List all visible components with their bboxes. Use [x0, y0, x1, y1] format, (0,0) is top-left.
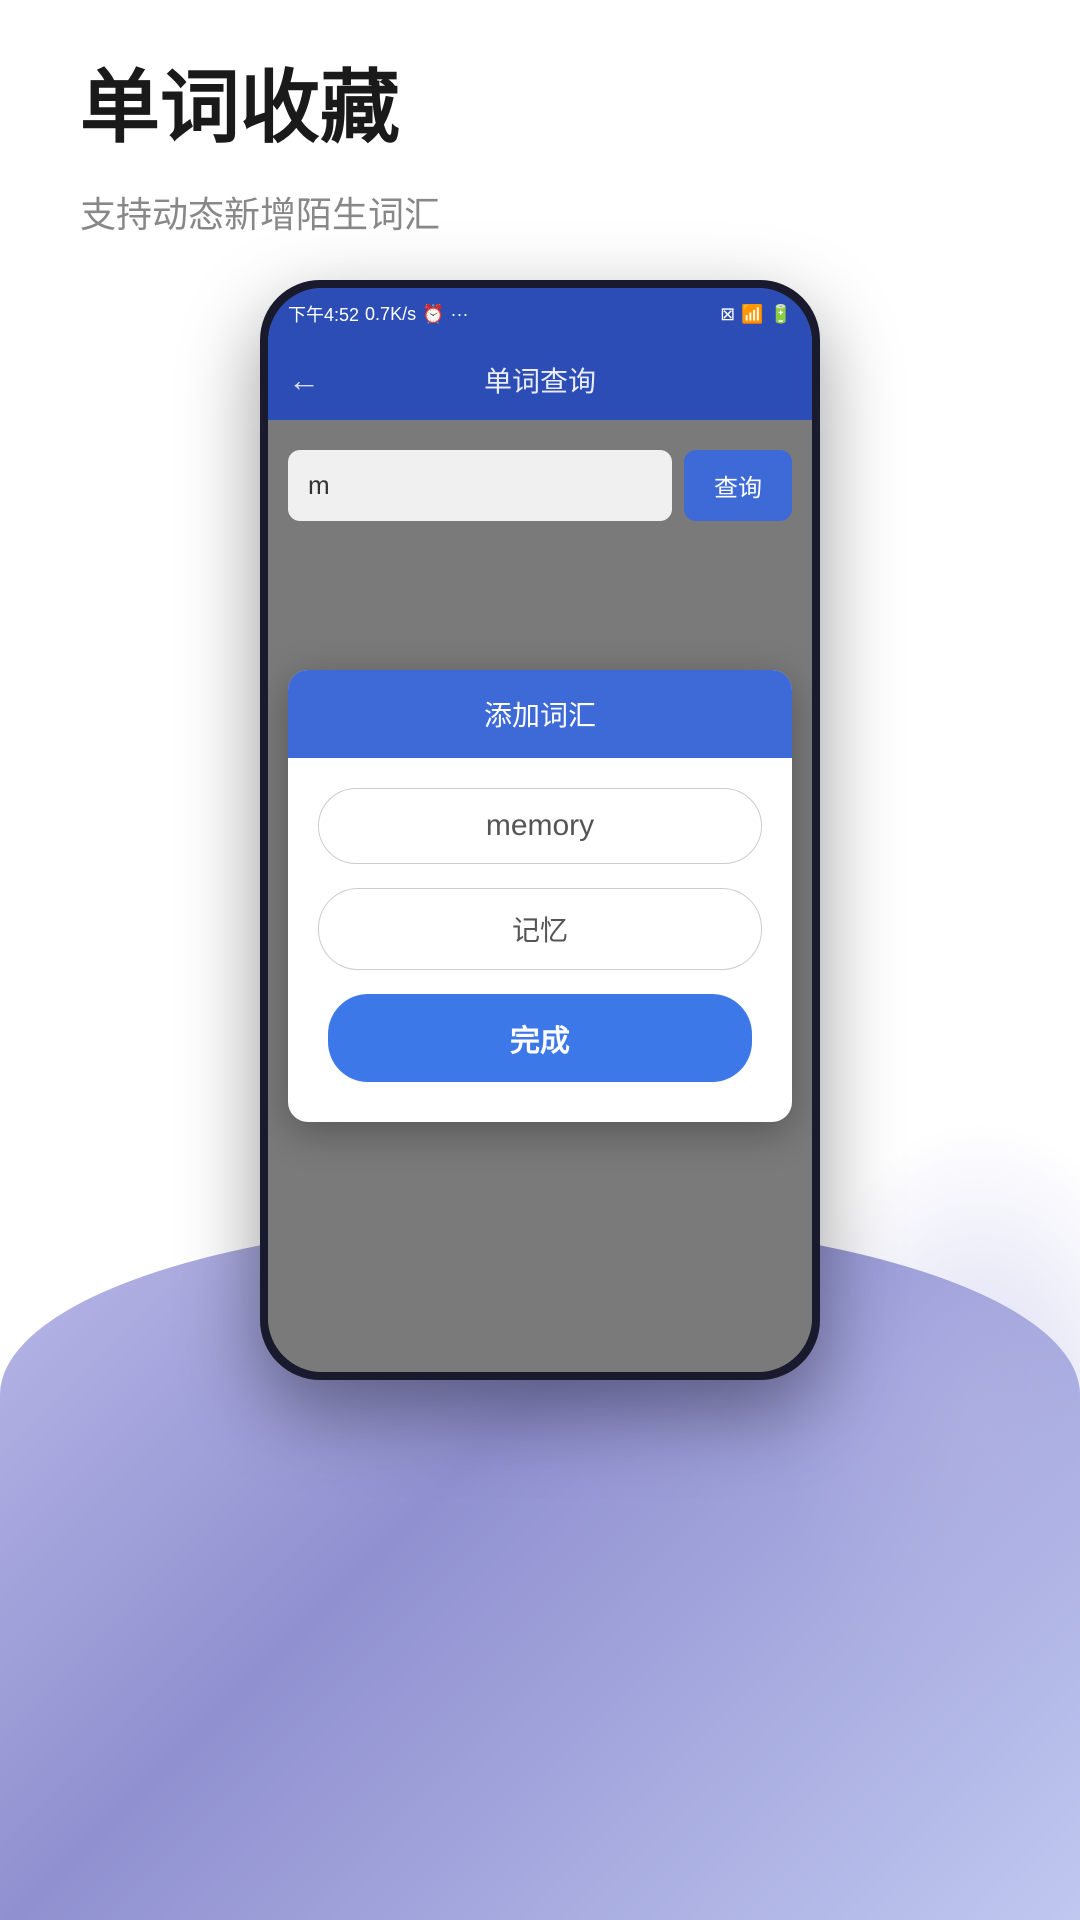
- back-button[interactable]: ←: [288, 362, 320, 399]
- status-more: ···: [451, 304, 469, 325]
- app-bar: ← 单词查询: [268, 340, 812, 420]
- confirm-button[interactable]: 完成: [328, 994, 752, 1082]
- status-time: 下午4:52: [288, 301, 359, 327]
- app-bar-title: 单词查询: [484, 360, 596, 400]
- battery-icon: 🔋: [770, 304, 792, 325]
- background-blob-right: [780, 1120, 1080, 1720]
- dialog-body: memory 记忆 完成: [288, 758, 792, 1122]
- alarm-icon: ⏰: [422, 304, 444, 325]
- dialog-title: 添加词汇: [484, 700, 596, 731]
- close-icon: ⊠: [720, 304, 735, 325]
- translation-field[interactable]: 记忆: [318, 888, 762, 970]
- status-left: 下午4:52 0.7K/s ⏰ ···: [288, 301, 468, 327]
- word-field[interactable]: memory: [318, 788, 762, 864]
- phone-screen: 下午4:52 0.7K/s ⏰ ··· ⊠ 📶 🔋 ← 单词查询 查询: [268, 288, 812, 1372]
- page-title: 单词收藏: [80, 60, 440, 156]
- screen-content: 查询 添加词汇 memory 记忆 完成: [268, 420, 812, 1372]
- status-speed: 0.7K/s: [365, 304, 416, 325]
- dialog-box: 添加词汇 memory 记忆 完成: [288, 670, 792, 1122]
- page-subtitle: 支持动态新增陌生词汇: [80, 186, 440, 238]
- status-right: ⊠ 📶 🔋: [720, 304, 792, 325]
- page-title-area: 单词收藏 支持动态新增陌生词汇: [80, 60, 440, 238]
- status-bar: 下午4:52 0.7K/s ⏰ ··· ⊠ 📶 🔋: [268, 288, 812, 340]
- dialog-header: 添加词汇: [288, 670, 792, 758]
- wifi-icon: 📶: [741, 304, 763, 325]
- phone-mockup: 下午4:52 0.7K/s ⏰ ··· ⊠ 📶 🔋 ← 单词查询 查询: [260, 280, 820, 1380]
- dialog-overlay: 添加词汇 memory 记忆 完成: [268, 420, 812, 1372]
